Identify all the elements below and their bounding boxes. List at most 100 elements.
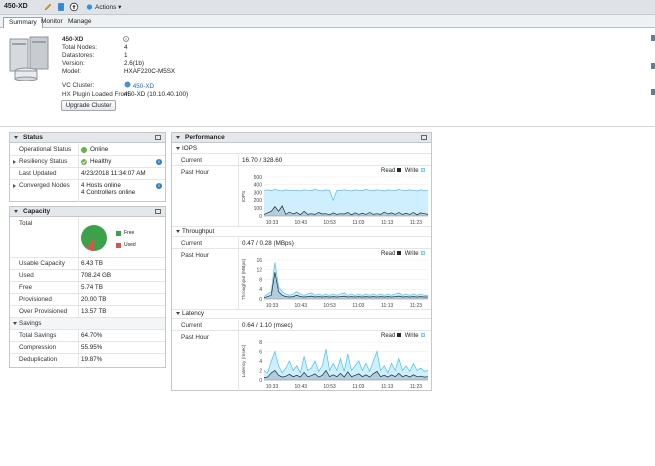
x-tick-label: 11:13 <box>381 384 393 390</box>
updated-value: 4/23/2018 11:34:07 AM <box>81 170 146 177</box>
capacity-total-row: Total Free Used <box>10 218 165 258</box>
capacity-row: Used 708.24 GB <box>10 270 165 282</box>
latency-chart-row: Past Hour Read Write 0 2 4 6 8 Latency (msec)… <box>172 332 431 391</box>
side-panel-handle[interactable] <box>651 89 655 95</box>
y-tick-label: 100 <box>254 206 263 212</box>
x-tick-label: 10:33 <box>266 220 279 226</box>
collapse-icon[interactable] <box>176 136 180 139</box>
upgrade-cluster-button[interactable]: Upgrade Cluster <box>61 100 116 111</box>
total-savings-value: 64.70% <box>81 332 103 339</box>
capacity-title: Capacity <box>23 208 51 215</box>
vc-cluster-link[interactable]: 450-XD <box>124 81 154 90</box>
x-tick-label: 11:23 <box>410 384 422 390</box>
usable-capacity-label: Usable Capacity <box>19 260 65 267</box>
chevron-down-icon: ▾ <box>118 4 122 11</box>
vc-cluster-value[interactable]: 450-XD <box>133 83 154 90</box>
y-tick-label: 0 <box>259 378 262 384</box>
maximize-icon[interactable] <box>421 135 427 140</box>
legend-write-swatch <box>420 333 425 338</box>
x-tick-label: 10:43 <box>295 384 308 390</box>
legend-read-label: Read <box>381 333 396 339</box>
compression-value: 55.95% <box>81 344 103 351</box>
savings-row: Compression 55.95% <box>10 342 165 354</box>
total-label: Total <box>19 220 33 227</box>
edit-icon[interactable] <box>43 2 53 12</box>
past-hour-label: Past Hour <box>181 334 209 341</box>
over-provisioned-value: 13.57 TB <box>81 308 107 315</box>
iops-chart-row: Past Hour Read Write 0 100 200 300 400 500 IOP… <box>172 167 431 227</box>
datastore-icon[interactable] <box>56 2 66 12</box>
collapse-icon[interactable] <box>13 322 17 325</box>
status-row-converged[interactable]: Converged Nodes 4 Hosts online 4 Control… <box>10 180 165 202</box>
current-label: Current <box>181 322 202 329</box>
collapse-icon[interactable] <box>176 230 180 233</box>
throughput-chart-row: Past Hour Read Write 0 4 8 12 16 Throughput (… <box>172 250 431 310</box>
resiliency-value: Healthy <box>90 158 112 165</box>
legend-write-swatch <box>420 251 425 256</box>
tab-manage[interactable]: Manage <box>63 17 97 28</box>
side-panel-handle[interactable] <box>651 63 655 69</box>
free-label: Free <box>19 284 32 291</box>
legend-write-swatch <box>420 168 425 173</box>
expand-icon[interactable] <box>13 184 16 188</box>
legend-write-label: Write <box>404 333 419 339</box>
actions-icon <box>86 4 93 10</box>
x-tick-label: 11:03 <box>352 220 364 226</box>
latency-section-header[interactable]: Latency <box>172 309 431 319</box>
version-label: Version: <box>62 60 85 67</box>
converged-controllers: 4 Controllers online <box>81 189 136 196</box>
latency-chart: 0 2 4 6 8 Latency (msec) 10:33 10:43 10:53 11:03 1… <box>241 340 429 390</box>
collapse-icon[interactable] <box>14 210 18 213</box>
operational-value: Online <box>90 146 109 153</box>
status-panel-header[interactable]: Status <box>10 133 165 143</box>
savings-label: Savings <box>19 320 42 327</box>
x-tick-label: 11:03 <box>352 384 364 390</box>
y-tick-label: 6 <box>259 349 262 355</box>
model-label: Model: <box>62 68 81 75</box>
used-label: Used <box>19 272 34 279</box>
iops-current-value: 16.70 / 328.60 <box>242 157 283 164</box>
vc-cluster-label: VC Cluster: <box>62 82 95 89</box>
info-icon[interactable]: i <box>156 183 162 189</box>
actions-label: Actions <box>95 4 117 11</box>
side-panel-handle[interactable] <box>651 35 655 41</box>
y-tick-label: 4 <box>259 287 262 293</box>
upgrade-icon[interactable] <box>69 2 79 12</box>
series-area-write <box>264 189 428 216</box>
info-icon[interactable] <box>123 36 129 42</box>
status-row-updated: Last Updated 4/23/2018 11:34:07 AM <box>10 168 165 180</box>
info-icon[interactable]: i <box>156 159 162 165</box>
capacity-pie-chart <box>81 225 107 251</box>
collapse-icon[interactable] <box>14 136 18 139</box>
converged-hosts: 4 Hosts online <box>81 182 121 189</box>
y-tick-label: 4 <box>259 359 262 365</box>
legend-read-swatch <box>397 333 402 338</box>
divider <box>0 126 655 127</box>
expand-icon[interactable] <box>13 160 16 164</box>
version-value: 2.6(1b) <box>124 60 144 67</box>
status-row-resiliency[interactable]: Resiliency Status Healthy i <box>10 156 165 168</box>
total-savings-label: Total Savings <box>19 332 57 339</box>
throughput-current-row: Current 0.47 / 0.28 (MBps) <box>172 238 431 249</box>
resiliency-label: Resiliency Status <box>19 158 68 165</box>
savings-header-row[interactable]: Savings <box>10 318 165 330</box>
throughput-chart: 0481216Throughput (MBps)10:33 10:43 10:53 1… <box>241 258 428 309</box>
legend-read-swatch <box>397 251 402 256</box>
maximize-icon[interactable] <box>155 209 161 214</box>
actions-menu[interactable]: Actions ▾ <box>95 3 121 11</box>
latency-current-row: Current 0.64 / 1.10 (msec) <box>172 320 431 331</box>
past-hour-label: Past Hour <box>181 169 209 176</box>
maximize-icon[interactable] <box>155 135 161 140</box>
throughput-section-header[interactable]: Throughput <box>172 227 431 237</box>
iops-section-header[interactable]: IOPS <box>172 144 431 154</box>
latency-legend: Read Write <box>381 333 425 339</box>
collapse-icon[interactable] <box>176 147 180 150</box>
y-tick-label: 12 <box>256 268 262 274</box>
performance-panel: Performance IOPS Current 16.70 / 328.60 … <box>171 132 432 391</box>
capacity-panel-header[interactable]: Capacity <box>10 207 165 217</box>
performance-panel-header[interactable]: Performance <box>172 133 431 143</box>
collapse-icon[interactable] <box>176 312 180 315</box>
toolbar: 450-XD Actions ▾ <box>0 0 655 15</box>
y-tick-label: 2 <box>259 368 262 374</box>
legend-used-swatch <box>116 243 121 248</box>
